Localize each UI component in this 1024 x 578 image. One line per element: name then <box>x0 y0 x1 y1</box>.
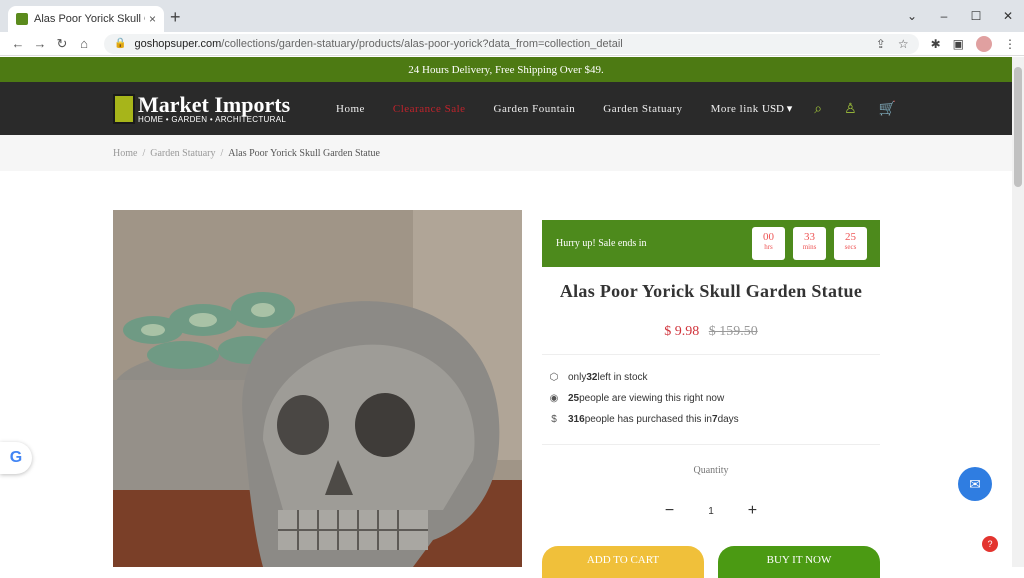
browser-menu-icon[interactable]: ⋮ <box>1004 37 1016 51</box>
breadcrumb: Home / Garden Statuary / Alas Poor Yoric… <box>0 135 1012 171</box>
breadcrumb-separator: / <box>142 147 146 159</box>
quantity-input[interactable]: 1 <box>708 506 714 517</box>
quantity-label: Quantity <box>693 465 729 476</box>
help-icon[interactable]: ? <box>982 536 998 552</box>
dollar-icon: $ <box>551 414 557 425</box>
logo-name: Market Imports <box>138 91 291 117</box>
countdown-label: Hurry up! Sale ends in <box>556 238 647 249</box>
currency-selector[interactable]: USD ▾ <box>762 102 792 115</box>
nav-item-garden-statuary[interactable]: Garden Statuary <box>603 103 682 115</box>
add-to-cart-button[interactable]: ADD TO CART <box>542 546 704 578</box>
cart-icon[interactable]: 🛒 <box>879 100 896 117</box>
logo-mark-icon <box>113 94 135 124</box>
product-info-panel: Hurry up! Sale ends in 00 hrs 33 mins 25 se… <box>542 220 880 520</box>
scrollbar-thumb[interactable] <box>1014 67 1022 187</box>
product-image[interactable] <box>113 210 522 567</box>
side-panel-icon[interactable]: ▣ <box>953 37 964 51</box>
search-icon[interactable]: ⌕ <box>814 100 822 117</box>
logo-tagline: HOME • GARDEN • ARCHITECTURAL <box>138 114 287 124</box>
new-tab-button[interactable]: + <box>170 7 181 28</box>
minimize-button[interactable]: – <box>928 9 960 23</box>
browser-tab[interactable]: Alas Poor Yorick Skull Garden Sta × <box>8 6 164 32</box>
bookmark-star-icon[interactable]: ☆ <box>898 37 909 51</box>
favicon-icon <box>16 13 28 25</box>
breadcrumb-category[interactable]: Garden Statuary <box>150 148 215 159</box>
divider <box>542 444 880 445</box>
announcement-bar: 24 Hours Delivery, Free Shipping Over $4… <box>0 57 1012 82</box>
box-icon: ⬡ <box>549 372 559 383</box>
nav-item-clearance-sale[interactable]: Clearance Sale <box>393 103 466 115</box>
quantity-plus-button[interactable]: + <box>748 502 757 520</box>
tab-search-icon[interactable]: ⌄ <box>896 9 928 23</box>
compare-price: $ 159.50 <box>708 324 758 339</box>
site-info-icon[interactable]: 🔒 <box>114 38 126 49</box>
nav-item-home[interactable]: Home <box>336 103 365 115</box>
reload-icon[interactable]: ↻ <box>52 36 72 52</box>
purchase-buttons: ADD TO CART BUY IT NOW <box>542 546 880 578</box>
skull-photo-illustration <box>113 210 522 567</box>
google-icon[interactable]: G <box>0 442 32 474</box>
home-icon[interactable]: ⌂ <box>74 36 94 51</box>
window-controls: ⌄ – ☐ ✕ <box>896 0 1024 32</box>
breadcrumb-separator: / <box>220 147 224 159</box>
back-icon[interactable]: ← <box>8 36 28 51</box>
forward-icon[interactable]: → <box>30 36 50 51</box>
url-host: goshopsuper.com <box>134 37 222 50</box>
browser-tab-strip: Alas Poor Yorick Skull Garden Sta × + ⌄ … <box>0 0 1024 32</box>
url-path: /collections/garden-statuary/products/al… <box>221 37 623 50</box>
countdown-minutes: 33 mins <box>793 227 826 260</box>
site-header: Market Imports HOME • GARDEN • ARCHITECT… <box>0 82 1012 135</box>
buy-now-button[interactable]: BUY IT NOW <box>718 546 880 578</box>
extensions-icon[interactable]: ✱ <box>931 37 941 51</box>
eye-icon: ◉ <box>549 393 559 404</box>
maximize-button[interactable]: ☐ <box>960 9 992 23</box>
stock-info: ⬡ only 32 left in stock <box>549 372 648 383</box>
account-icon[interactable]: ♙ <box>844 100 857 117</box>
divider <box>542 354 880 355</box>
product-title: Alas Poor Yorick Skull Garden Statue <box>559 281 863 301</box>
countdown-seconds: 25 secs <box>834 227 867 260</box>
close-window-button[interactable]: ✕ <box>992 9 1024 23</box>
sale-price: $ 9.98 <box>664 324 700 339</box>
sale-countdown: Hurry up! Sale ends in 00 hrs 33 mins 25 se… <box>542 220 880 267</box>
chat-mail-icon[interactable]: ✉ <box>958 467 992 501</box>
tab-close-icon[interactable]: × <box>149 12 156 26</box>
quantity-minus-button[interactable]: − <box>665 502 674 520</box>
countdown-hours: 00 hrs <box>752 227 785 260</box>
browser-toolbar: ← → ↻ ⌂ 🔒 goshopsuper.com/collections/ga… <box>0 32 1024 56</box>
breadcrumb-current: Alas Poor Yorick Skull Garden Statue <box>228 147 380 159</box>
purchases-info: $ 316 people has purchased this in 7 day… <box>542 409 880 430</box>
price-block: $ 9.98 $ 159.50 <box>542 324 880 340</box>
address-bar[interactable]: 🔒 goshopsuper.com/collections/garden-sta… <box>104 33 919 54</box>
share-icon[interactable]: ⇪ <box>876 37 886 51</box>
header-actions: USD ▾ ⌕ ♙ 🛒 <box>762 82 896 135</box>
tab-title: Alas Poor Yorick Skull Garden Sta <box>34 13 145 25</box>
site-logo[interactable]: Market Imports HOME • GARDEN • ARCHITECT… <box>113 91 291 124</box>
quantity-stepper: − 1 + <box>542 502 880 520</box>
nav-item-more-link[interactable]: More link <box>711 103 759 115</box>
page-scrollbar[interactable] <box>1012 57 1024 567</box>
nav-item-garden-fountain[interactable]: Garden Fountain <box>494 103 576 115</box>
viewers-info: ◉ 25 people are viewing this right now <box>549 393 725 404</box>
breadcrumb-home[interactable]: Home <box>113 148 137 159</box>
main-nav: Home Clearance Sale Garden Fountain Gard… <box>336 82 759 135</box>
product-facts: ⬡ only 32 left in stock ◉ 25 people are … <box>542 367 880 430</box>
profile-avatar[interactable] <box>976 35 992 52</box>
